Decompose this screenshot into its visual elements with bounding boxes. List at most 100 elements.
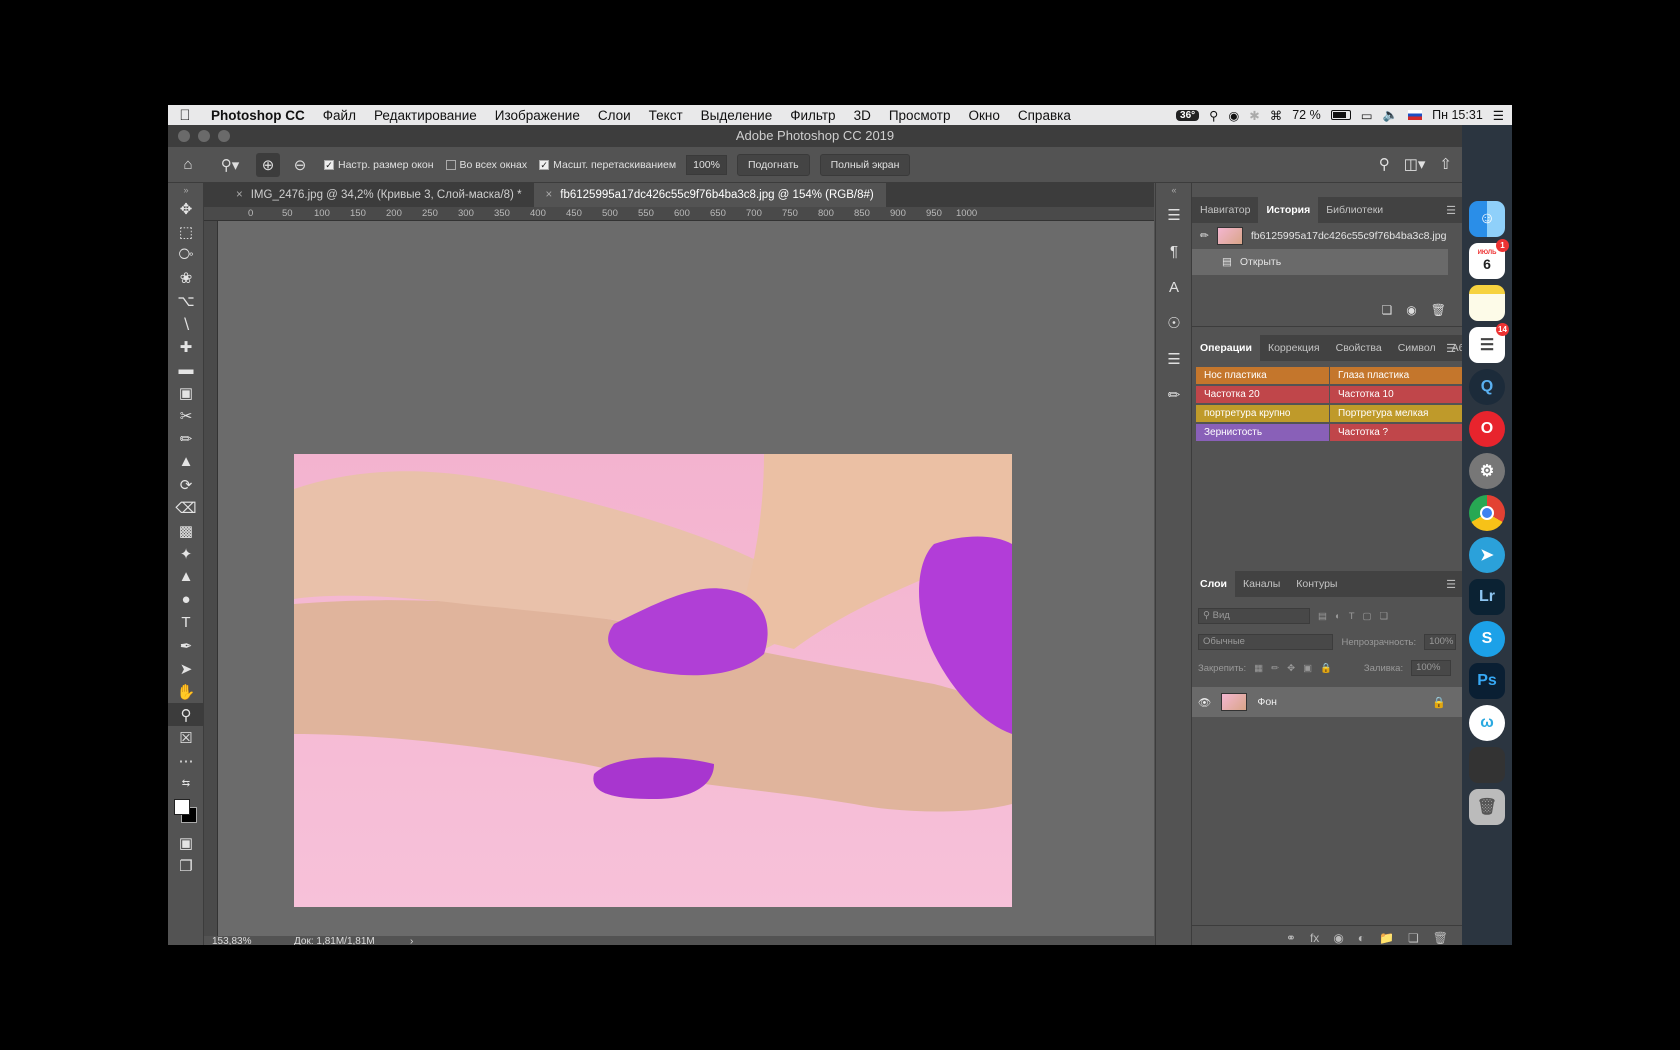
healing-brush-tool-icon[interactable]: ✚ — [168, 335, 204, 358]
rectangle-tool-icon[interactable]: ☒ — [168, 726, 204, 749]
marquee-tool-icon[interactable]: ⬚ — [168, 220, 204, 243]
status-zoom[interactable]: 153,83% — [212, 936, 251, 945]
menu-edit[interactable]: Редактирование — [365, 108, 486, 123]
quick-mask-icon[interactable]: ▣ — [168, 831, 204, 854]
action-button[interactable]: Частотка 20 — [1196, 386, 1330, 403]
zoom-percent-field[interactable]: 100% — [686, 154, 727, 175]
action-button[interactable]: Нос пластика — [1196, 367, 1330, 384]
scissors-tool-icon[interactable]: ✂ — [168, 404, 204, 427]
path-selection-tool-icon[interactable]: ➤ — [168, 657, 204, 680]
adjustments-panel-icon[interactable]: ☰ — [1156, 341, 1192, 377]
brush-panel-icon[interactable]: ✏ — [1156, 377, 1192, 413]
layer-lock-icon[interactable]: 🔒 — [1432, 696, 1446, 709]
clock[interactable]: Пн 15:31 — [1432, 108, 1483, 122]
menu-view[interactable]: Просмотр — [880, 108, 960, 123]
menu-help[interactable]: Справка — [1009, 108, 1080, 123]
panel-menu-icon[interactable]: ☰ — [1446, 342, 1456, 355]
stamp-tool-icon[interactable]: ▲ — [168, 450, 204, 473]
delete-state-icon[interactable]: 🗑 — [1431, 303, 1446, 317]
history-step[interactable]: ▤ Открыть — [1192, 249, 1448, 275]
tab-layers[interactable]: Слои — [1192, 571, 1235, 597]
delete-layer-icon[interactable]: 🗑 — [1433, 931, 1448, 945]
app-w-icon[interactable]: ω — [1469, 705, 1505, 741]
quick-selection-tool-icon[interactable]: ❀ — [168, 266, 204, 289]
hand-tool-icon[interactable]: ✋ — [168, 680, 204, 703]
document-tab-img2476[interactable]: × IMG_2476.jpg @ 34,2% (Кривые 3, Слой-ма… — [224, 183, 534, 207]
history-snapshot[interactable]: ✏ fb6125995a17dc426c55c9f76b4ba3c8.jpg — [1192, 223, 1462, 249]
history-brush-tool-icon[interactable]: ⟳ — [168, 473, 204, 496]
ruler-tool-icon[interactable]: ▬ — [168, 358, 204, 381]
lock-image-icon[interactable]: ✏ — [1271, 663, 1279, 674]
volume-icon[interactable]: 🔈 — [1383, 108, 1399, 123]
adjustment-filter-icon[interactable]: ◐ — [1335, 611, 1341, 622]
panel-menu-icon[interactable]: ☰ — [1446, 578, 1456, 591]
layer-kind-filter[interactable]: ⚲ Вид — [1198, 608, 1310, 624]
type-tool-icon[interactable]: T — [168, 611, 204, 634]
finder-icon[interactable]: ☺ — [1469, 201, 1505, 237]
zoom-tool-preset-icon[interactable]: ⚲▾ — [218, 153, 242, 177]
lock-transparent-icon[interactable]: ▦ — [1254, 663, 1263, 674]
tab-paths[interactable]: Контуры — [1288, 571, 1345, 597]
lock-position-icon[interactable]: ✥ — [1287, 663, 1295, 674]
navigator-panel-icon[interactable]: ☉ — [1156, 305, 1192, 341]
blur-tool-icon[interactable]: ✦ — [168, 542, 204, 565]
bluetooth-icon[interactable]: ✱ — [1249, 108, 1259, 123]
panel-menu-icon[interactable]: ☰ — [1446, 204, 1456, 217]
close-tab-icon[interactable]: × — [236, 189, 243, 201]
action-button[interactable]: Глаза пластика — [1330, 367, 1464, 384]
calendar-icon[interactable]: ИЮЛЬ 6 1 — [1469, 239, 1509, 279]
link-layers-icon[interactable]: ⚭ — [1286, 931, 1296, 945]
new-snapshot-icon[interactable]: ◉ — [1406, 303, 1416, 317]
brush-tool-icon[interactable]: ✏ — [168, 427, 204, 450]
minimize-window-button[interactable] — [198, 130, 210, 142]
tab-navigator[interactable]: Навигатор — [1192, 197, 1258, 223]
system-preferences-icon[interactable]: ⚙ — [1469, 453, 1505, 489]
eraser-tool-icon[interactable]: ⌫ — [168, 496, 204, 519]
type-filter-icon[interactable]: T — [1349, 611, 1355, 622]
new-adjustment-layer-icon[interactable]: ◐ — [1358, 931, 1365, 945]
zoom-out-icon[interactable]: ⊖ — [288, 153, 312, 177]
apple-icon[interactable]:  — [168, 107, 202, 124]
lightroom-icon[interactable]: Lr — [1469, 579, 1505, 615]
tab-history[interactable]: История — [1258, 197, 1319, 223]
move-tool-icon[interactable]: ✥ — [168, 197, 204, 220]
fill-field[interactable]: 100% — [1411, 660, 1452, 676]
telegram-icon[interactable]: ➤ — [1469, 537, 1505, 573]
fill-screen-button[interactable]: Полный экран — [819, 153, 911, 176]
tab-actions[interactable]: Операции — [1192, 335, 1260, 361]
menu-app-name[interactable]: Photoshop CC — [202, 108, 314, 123]
paragraph-panel-icon[interactable]: ¶ — [1156, 233, 1192, 269]
notification-center-icon[interactable]: ☰ — [1493, 108, 1504, 123]
input-source-flag-icon[interactable] — [1408, 110, 1423, 120]
opacity-field[interactable]: 100% — [1424, 634, 1456, 650]
horizontal-ruler[interactable]: 0 50 100 150 200 250 300 350 400 450 500… — [204, 207, 1154, 221]
menu-file[interactable]: Файл — [314, 108, 365, 123]
visibility-eye-icon[interactable]: 👁 — [1198, 696, 1211, 709]
quicktime-icon[interactable]: Q — [1469, 369, 1505, 405]
collapse-panels-icon[interactable]: « — [1156, 183, 1192, 197]
blend-mode-select[interactable]: Обычные — [1198, 634, 1334, 650]
chrome-icon[interactable] — [1469, 495, 1505, 531]
pen-tool-icon[interactable]: ✒ — [168, 634, 204, 657]
lasso-tool-icon[interactable]: ⧂ — [168, 243, 204, 266]
dodge-tool-icon[interactable]: ● — [168, 588, 204, 611]
spotlight-icon[interactable]: ⚲ — [1209, 108, 1218, 123]
status-expand-icon[interactable]: › — [410, 936, 413, 945]
more-tools-icon[interactable]: ⋯ — [168, 749, 204, 772]
layer-row-background[interactable]: 👁 Фон 🔒 — [1192, 687, 1462, 717]
history-panel-icon[interactable]: ☰ — [1156, 197, 1192, 233]
eyedropper-tool-icon[interactable]: ∖ — [168, 312, 204, 335]
trash-icon[interactable]: 🗑 — [1469, 789, 1505, 825]
opera-icon[interactable]: O — [1469, 411, 1505, 447]
zoom-window-button[interactable] — [218, 130, 230, 142]
add-mask-icon[interactable]: ◉ — [1333, 931, 1343, 945]
smart-object-filter-icon[interactable]: ❏ — [1380, 611, 1389, 622]
tab-adjustments[interactable]: Коррекция — [1260, 335, 1328, 361]
layer-style-icon[interactable]: fx — [1310, 931, 1319, 945]
workspace-icon[interactable]: ◫▾ — [1404, 155, 1426, 173]
lock-all-icon[interactable]: 🔒 — [1320, 663, 1332, 674]
new-layer-icon[interactable]: ❏ — [1408, 931, 1419, 945]
tab-libraries[interactable]: Библиотеки — [1318, 197, 1391, 223]
menu-window[interactable]: Окно — [960, 108, 1009, 123]
fit-screen-button[interactable]: Подогнать — [736, 153, 810, 176]
